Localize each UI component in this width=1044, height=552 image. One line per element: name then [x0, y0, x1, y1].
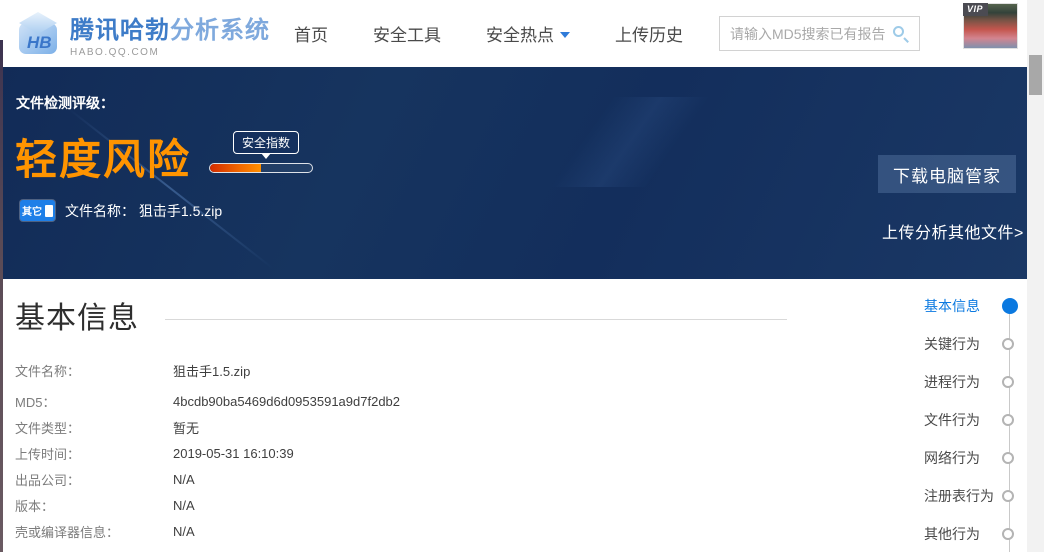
md5-search-input[interactable]	[730, 26, 893, 42]
site-title-primary: 腾讯哈勃	[70, 17, 170, 44]
field-label: 文件类型：	[15, 418, 173, 437]
anchor-label: 基本信息	[924, 296, 980, 316]
safety-index-tooltip: 安全指数	[233, 131, 299, 154]
banner-file-name: 文件名称： 狙击手1.5.zip	[65, 201, 222, 221]
anchor-label: 关键行为	[924, 334, 980, 354]
field-row-file-name: 文件名称： 狙击手1.5.zip	[0, 358, 1027, 383]
rating-row: 轻度风险 安全指数	[15, 137, 313, 183]
safety-index-bar	[209, 163, 313, 173]
field-row-upload-time: 上传时间： 2019-05-31 16:10:39	[0, 441, 1027, 466]
anchor-dot	[1002, 376, 1014, 388]
anchor-label: 网络行为	[924, 448, 980, 468]
field-row-company: 出品公司： N/A	[0, 467, 1027, 492]
safety-index-fill	[210, 164, 261, 172]
field-label: 版本：	[15, 496, 173, 515]
field-label: 文件名称：	[15, 361, 173, 380]
banner-file-name-label: 文件名称：	[65, 203, 135, 219]
anchor-dot-filled	[1002, 298, 1018, 314]
basic-info-heading-row: 基本信息	[0, 279, 1027, 337]
nav-item-upload-history-label: 上传历史	[615, 21, 683, 46]
user-avatar[interactable]: VIP	[963, 3, 1018, 49]
file-type-icon: 其它	[20, 200, 55, 221]
anchor-label: 文件行为	[924, 410, 980, 430]
anchor-network-behavior[interactable]: 网络行为	[924, 444, 1027, 472]
field-row-file-type: 文件类型： 暂无	[0, 415, 1027, 440]
habo-cube-logo-icon: HB	[14, 10, 62, 58]
basic-info-section: 基本信息 文件名称： 狙击手1.5.zip MD5： 4bcdb90ba5469…	[0, 279, 1027, 552]
nav-item-security-hotspots[interactable]: 安全热点	[486, 21, 570, 46]
nav-item-security-hotspots-label: 安全热点	[486, 21, 554, 46]
section-anchor-nav: 基本信息 关键行为 进程行为 文件行为 网络行为 注册表行为 其他行为	[924, 292, 1027, 552]
vip-badge: VIP	[963, 3, 988, 16]
anchor-label: 其他行为	[924, 524, 980, 544]
vertical-scrollbar[interactable]	[1027, 0, 1044, 552]
detection-banner: 文件检测评级： 轻度风险 安全指数 其它 文件名称： 狙击手1.5.zip 下载…	[0, 67, 1027, 279]
document-icon	[45, 205, 53, 217]
anchor-other-behavior[interactable]: 其他行为	[924, 520, 1027, 548]
site-title-secondary: 分析系统	[170, 17, 270, 44]
main-nav: 首页 安全工具 安全热点 上传历史	[294, 21, 683, 46]
field-label: MD5：	[15, 392, 173, 411]
md5-search-box	[719, 16, 920, 51]
banner-file-name-value: 狙击手1.5.zip	[139, 203, 222, 219]
svg-text:HB: HB	[27, 33, 52, 52]
nav-item-security-tools[interactable]: 安全工具	[373, 21, 441, 46]
banner-file-row: 其它 文件名称： 狙击手1.5.zip	[20, 200, 222, 221]
anchor-label: 注册表行为	[924, 486, 994, 506]
field-value: 4bcdb90ba5469d6d0953591a9d7f2db2	[173, 394, 400, 409]
heading-divider	[165, 319, 787, 320]
download-pc-manager-button[interactable]: 下载电脑管家	[878, 155, 1016, 193]
window-left-edge	[0, 40, 3, 552]
basic-info-fields: 文件名称： 狙击手1.5.zip MD5： 4bcdb90ba5469d6d09…	[0, 358, 1027, 544]
file-type-icon-label: 其它	[22, 203, 42, 218]
anchor-process-behavior[interactable]: 进程行为	[924, 368, 1027, 396]
banner-decor-glow	[420, 97, 840, 187]
field-value: N/A	[173, 498, 195, 513]
anchor-dot	[1002, 452, 1014, 464]
nav-item-home-label: 首页	[294, 21, 328, 46]
site-domain: HABO.QQ.COM	[70, 47, 270, 58]
safety-index: 安全指数	[209, 163, 313, 173]
field-row-md5: MD5： 4bcdb90ba5469d6d0953591a9d7f2db2	[0, 389, 1027, 414]
section-title: 基本信息	[15, 293, 139, 337]
anchor-basic-info[interactable]: 基本信息	[924, 292, 1027, 320]
field-value: 暂无	[173, 418, 199, 437]
nav-item-security-tools-label: 安全工具	[373, 21, 441, 46]
field-value: 狙击手1.5.zip	[173, 361, 250, 380]
upload-other-file-link[interactable]: 上传分析其他文件>	[882, 219, 1024, 243]
field-label: 出品公司：	[15, 470, 173, 489]
risk-rating: 轻度风险	[15, 137, 191, 183]
field-row-version: 版本： N/A	[0, 493, 1027, 518]
top-header: HB 腾讯哈勃分析系统 HABO.QQ.COM 首页 安全工具 安全热点 上传历…	[0, 0, 1027, 67]
anchor-key-behavior[interactable]: 关键行为	[924, 330, 1027, 358]
field-value: 2019-05-31 16:10:39	[173, 446, 294, 461]
nav-item-upload-history[interactable]: 上传历史	[615, 21, 683, 46]
logo-text: 腾讯哈勃分析系统 HABO.QQ.COM	[70, 10, 270, 58]
field-row-packer-info: 壳或编译器信息： N/A	[0, 519, 1027, 544]
field-label: 上传时间：	[15, 444, 173, 463]
field-label: 壳或编译器信息：	[15, 522, 173, 541]
site-logo[interactable]: HB 腾讯哈勃分析系统 HABO.QQ.COM	[14, 10, 282, 58]
anchor-registry-behavior[interactable]: 注册表行为	[924, 482, 1027, 510]
anchor-dot	[1002, 490, 1014, 502]
nav-item-home[interactable]: 首页	[294, 21, 328, 46]
scrollbar-thumb[interactable]	[1029, 55, 1042, 95]
field-value: N/A	[173, 472, 195, 487]
anchor-dot	[1002, 338, 1014, 350]
habo-analysis-page: HB 腾讯哈勃分析系统 HABO.QQ.COM 首页 安全工具 安全热点 上传历…	[0, 0, 1044, 552]
anchor-dot	[1002, 528, 1014, 540]
search-icon[interactable]	[893, 26, 909, 42]
anchor-file-behavior[interactable]: 文件行为	[924, 406, 1027, 434]
field-value: N/A	[173, 524, 195, 539]
site-title: 腾讯哈勃分析系统	[70, 10, 270, 45]
chevron-down-icon	[560, 32, 570, 38]
anchor-label: 进程行为	[924, 372, 980, 392]
rating-label: 文件检测评级：	[16, 93, 114, 113]
anchor-dot	[1002, 414, 1014, 426]
